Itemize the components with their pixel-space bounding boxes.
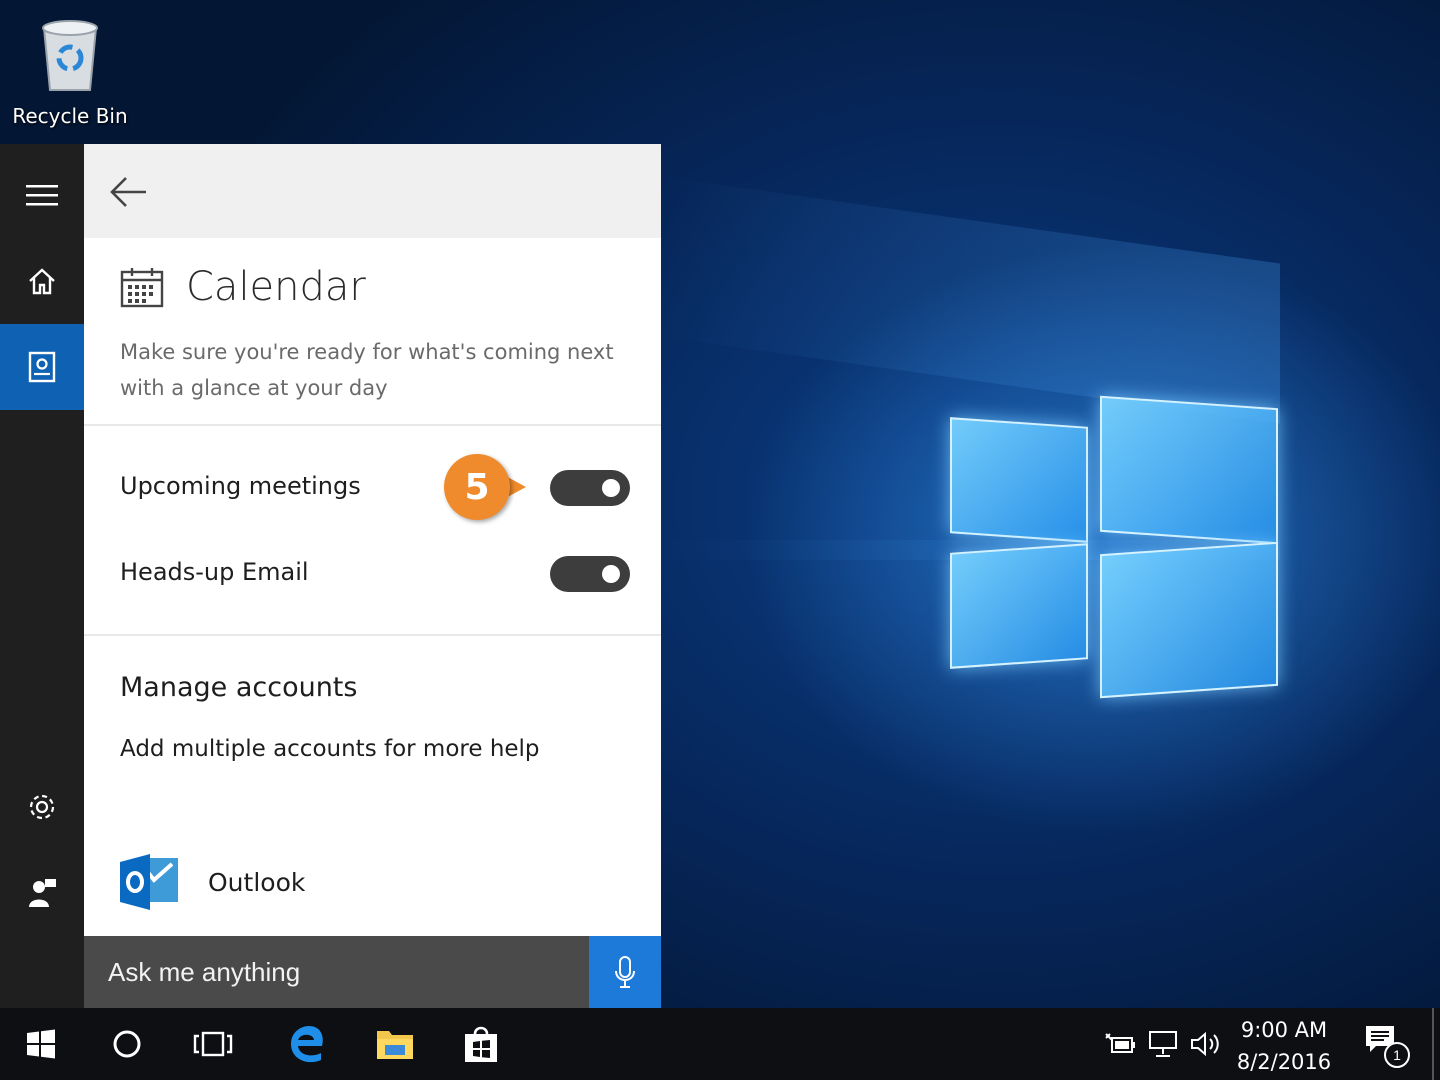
toggle-knob	[602, 565, 620, 583]
settings-button[interactable]	[0, 764, 84, 850]
notebook-icon	[28, 351, 56, 383]
edge-taskbar-button[interactable]	[274, 1008, 340, 1080]
outlook-label: Outlook	[208, 867, 306, 897]
notification-count-badge: 1	[1384, 1042, 1410, 1068]
heads-up-email-toggle[interactable]	[550, 556, 630, 592]
outlook-icon	[120, 854, 178, 910]
search-input[interactable]	[106, 955, 580, 989]
upcoming-meetings-label: Upcoming meetings	[120, 472, 361, 500]
microphone-button[interactable]	[589, 936, 661, 1008]
battery-plug-icon	[1105, 1033, 1135, 1053]
cortana-notebook-panel: Calendar Make sure you're ready for what…	[84, 144, 661, 936]
folder-icon	[377, 1031, 413, 1059]
action-center-button[interactable]: 1	[1356, 1008, 1412, 1080]
divider	[84, 634, 661, 636]
taskbar: 9:00 AM 8/2/2016 1	[0, 1008, 1440, 1080]
volume-tray-button[interactable]	[1186, 1008, 1228, 1080]
power-tray-button[interactable]	[1100, 1008, 1140, 1080]
upcoming-meetings-toggle[interactable]	[550, 470, 630, 506]
feedback-icon	[29, 879, 56, 907]
manage-accounts-heading: Manage accounts	[120, 672, 358, 703]
step-callout: 5	[444, 454, 526, 520]
cortana-button[interactable]	[96, 1008, 158, 1080]
feedback-button[interactable]	[0, 850, 84, 936]
manage-accounts-subtitle: Add multiple accounts for more help	[120, 736, 540, 762]
store-taskbar-button[interactable]	[448, 1008, 514, 1080]
home-button[interactable]	[0, 238, 84, 324]
edge-browser-icon	[291, 1026, 323, 1063]
microphone-icon	[615, 956, 635, 988]
show-desktop-strip[interactable]	[1432, 1008, 1434, 1080]
clock-date: 8/2/2016	[1236, 1050, 1332, 1074]
page-title: Calendar	[186, 264, 366, 310]
panel-header	[84, 144, 661, 238]
title-row: Calendar	[120, 264, 366, 310]
step-number: 5	[444, 454, 510, 520]
divider	[84, 424, 661, 426]
windows-logo-wallpaper	[940, 378, 1280, 714]
cortana-circle-icon	[113, 1030, 141, 1058]
network-tray-button[interactable]	[1144, 1008, 1184, 1080]
network-icon	[1149, 1031, 1177, 1057]
recycle-bin-label: Recycle Bin	[12, 104, 128, 128]
cortana-search-bar	[84, 936, 589, 1008]
notebook-button[interactable]	[0, 324, 84, 410]
windows-start-icon	[27, 1029, 55, 1059]
outlook-account-item[interactable]: Outlook	[120, 852, 305, 912]
task-view-icon	[193, 1031, 233, 1057]
start-button[interactable]	[10, 1008, 72, 1080]
gear-icon	[29, 794, 55, 820]
back-button[interactable]	[108, 174, 148, 210]
recycle-bin-shortcut[interactable]: Recycle Bin	[10, 12, 130, 128]
clock-time: 9:00 AM	[1240, 1018, 1328, 1042]
file-explorer-taskbar-button[interactable]	[362, 1008, 428, 1080]
task-view-button[interactable]	[182, 1008, 244, 1080]
taskbar-clock[interactable]: 9:00 AM 8/2/2016	[1234, 1014, 1334, 1078]
back-arrow-icon	[110, 177, 146, 207]
hamburger-menu-icon	[26, 185, 58, 206]
heads-up-email-label: Heads-up Email	[120, 558, 309, 586]
hamburger-menu-button[interactable]	[0, 152, 84, 238]
speaker-icon	[1191, 1031, 1219, 1057]
store-bag-icon	[465, 1026, 497, 1062]
home-icon	[29, 268, 55, 295]
cortana-sidebar	[0, 144, 84, 1008]
toggle-knob	[602, 479, 620, 497]
calendar-description: Make sure you're ready for what's coming…	[120, 340, 614, 400]
calendar-icon	[120, 268, 164, 308]
recycle-bin-icon	[38, 18, 102, 94]
